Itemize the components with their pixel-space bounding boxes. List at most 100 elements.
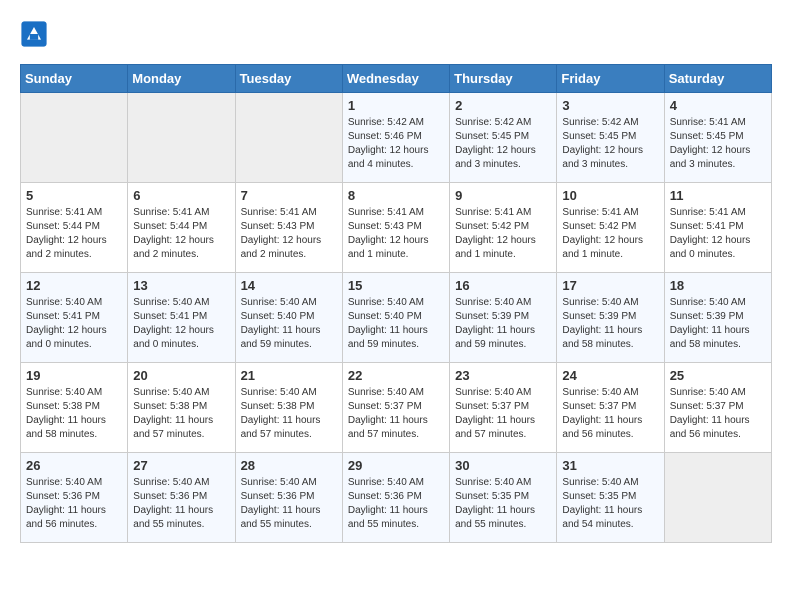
calendar-week-2: 5 Sunrise: 5:41 AMSunset: 5:44 PMDayligh… — [21, 183, 772, 273]
day-number: 3 — [562, 98, 658, 113]
day-number: 26 — [26, 458, 122, 473]
cell-info: Sunrise: 5:40 AMSunset: 5:39 PMDaylight:… — [455, 296, 551, 352]
calendar-week-4: 19 Sunrise: 5:40 AMSunset: 5:38 PMDaylig… — [21, 363, 772, 453]
day-number: 9 — [455, 188, 551, 203]
day-number: 21 — [241, 368, 337, 383]
cell-info: Sunrise: 5:42 AMSunset: 5:45 PMDaylight:… — [562, 116, 658, 172]
calendar-cell: 20 Sunrise: 5:40 AMSunset: 5:38 PMDaylig… — [128, 363, 235, 453]
day-number: 5 — [26, 188, 122, 203]
cell-info: Sunrise: 5:40 AMSunset: 5:37 PMDaylight:… — [348, 386, 444, 442]
calendar-cell — [235, 93, 342, 183]
calendar-cell: 24 Sunrise: 5:40 AMSunset: 5:37 PMDaylig… — [557, 363, 664, 453]
calendar-cell: 9 Sunrise: 5:41 AMSunset: 5:42 PMDayligh… — [450, 183, 557, 273]
calendar-cell: 11 Sunrise: 5:41 AMSunset: 5:41 PMDaylig… — [664, 183, 771, 273]
cell-info: Sunrise: 5:40 AMSunset: 5:39 PMDaylight:… — [562, 296, 658, 352]
calendar-cell: 2 Sunrise: 5:42 AMSunset: 5:45 PMDayligh… — [450, 93, 557, 183]
weekday-header-monday: Monday — [128, 65, 235, 93]
calendar-cell: 23 Sunrise: 5:40 AMSunset: 5:37 PMDaylig… — [450, 363, 557, 453]
calendar-cell: 4 Sunrise: 5:41 AMSunset: 5:45 PMDayligh… — [664, 93, 771, 183]
day-number: 12 — [26, 278, 122, 293]
calendar-cell: 13 Sunrise: 5:40 AMSunset: 5:41 PMDaylig… — [128, 273, 235, 363]
calendar-cell: 6 Sunrise: 5:41 AMSunset: 5:44 PMDayligh… — [128, 183, 235, 273]
cell-info: Sunrise: 5:42 AMSunset: 5:45 PMDaylight:… — [455, 116, 551, 172]
calendar-cell: 10 Sunrise: 5:41 AMSunset: 5:42 PMDaylig… — [557, 183, 664, 273]
calendar-cell: 21 Sunrise: 5:40 AMSunset: 5:38 PMDaylig… — [235, 363, 342, 453]
day-number: 22 — [348, 368, 444, 383]
cell-info: Sunrise: 5:40 AMSunset: 5:37 PMDaylight:… — [562, 386, 658, 442]
calendar-cell — [21, 93, 128, 183]
day-number: 10 — [562, 188, 658, 203]
logo — [20, 20, 52, 48]
day-number: 16 — [455, 278, 551, 293]
weekday-header-wednesday: Wednesday — [342, 65, 449, 93]
cell-info: Sunrise: 5:40 AMSunset: 5:38 PMDaylight:… — [133, 386, 229, 442]
day-number: 23 — [455, 368, 551, 383]
day-number: 13 — [133, 278, 229, 293]
calendar-cell: 15 Sunrise: 5:40 AMSunset: 5:40 PMDaylig… — [342, 273, 449, 363]
cell-info: Sunrise: 5:41 AMSunset: 5:41 PMDaylight:… — [670, 206, 766, 262]
cell-info: Sunrise: 5:40 AMSunset: 5:41 PMDaylight:… — [26, 296, 122, 352]
cell-info: Sunrise: 5:40 AMSunset: 5:40 PMDaylight:… — [241, 296, 337, 352]
cell-info: Sunrise: 5:41 AMSunset: 5:43 PMDaylight:… — [348, 206, 444, 262]
cell-info: Sunrise: 5:40 AMSunset: 5:37 PMDaylight:… — [455, 386, 551, 442]
cell-info: Sunrise: 5:41 AMSunset: 5:45 PMDaylight:… — [670, 116, 766, 172]
day-number: 28 — [241, 458, 337, 473]
calendar-body: 1 Sunrise: 5:42 AMSunset: 5:46 PMDayligh… — [21, 93, 772, 543]
calendar-cell — [128, 93, 235, 183]
cell-info: Sunrise: 5:41 AMSunset: 5:44 PMDaylight:… — [26, 206, 122, 262]
calendar-cell: 18 Sunrise: 5:40 AMSunset: 5:39 PMDaylig… — [664, 273, 771, 363]
calendar-cell: 14 Sunrise: 5:40 AMSunset: 5:40 PMDaylig… — [235, 273, 342, 363]
weekday-row: SundayMondayTuesdayWednesdayThursdayFrid… — [21, 65, 772, 93]
day-number: 18 — [670, 278, 766, 293]
cell-info: Sunrise: 5:40 AMSunset: 5:36 PMDaylight:… — [348, 476, 444, 532]
calendar-cell: 31 Sunrise: 5:40 AMSunset: 5:35 PMDaylig… — [557, 453, 664, 543]
cell-info: Sunrise: 5:40 AMSunset: 5:39 PMDaylight:… — [670, 296, 766, 352]
weekday-header-sunday: Sunday — [21, 65, 128, 93]
day-number: 19 — [26, 368, 122, 383]
calendar-cell: 26 Sunrise: 5:40 AMSunset: 5:36 PMDaylig… — [21, 453, 128, 543]
logo-icon — [20, 20, 48, 48]
cell-info: Sunrise: 5:41 AMSunset: 5:43 PMDaylight:… — [241, 206, 337, 262]
calendar-cell: 29 Sunrise: 5:40 AMSunset: 5:36 PMDaylig… — [342, 453, 449, 543]
weekday-header-saturday: Saturday — [664, 65, 771, 93]
calendar-cell: 30 Sunrise: 5:40 AMSunset: 5:35 PMDaylig… — [450, 453, 557, 543]
day-number: 30 — [455, 458, 551, 473]
day-number: 20 — [133, 368, 229, 383]
calendar-table: SundayMondayTuesdayWednesdayThursdayFrid… — [20, 64, 772, 543]
calendar-header: SundayMondayTuesdayWednesdayThursdayFrid… — [21, 65, 772, 93]
cell-info: Sunrise: 5:41 AMSunset: 5:42 PMDaylight:… — [455, 206, 551, 262]
day-number: 14 — [241, 278, 337, 293]
day-number: 8 — [348, 188, 444, 203]
page-header — [20, 20, 772, 48]
day-number: 1 — [348, 98, 444, 113]
calendar-cell: 5 Sunrise: 5:41 AMSunset: 5:44 PMDayligh… — [21, 183, 128, 273]
calendar-cell: 17 Sunrise: 5:40 AMSunset: 5:39 PMDaylig… — [557, 273, 664, 363]
cell-info: Sunrise: 5:42 AMSunset: 5:46 PMDaylight:… — [348, 116, 444, 172]
cell-info: Sunrise: 5:40 AMSunset: 5:38 PMDaylight:… — [241, 386, 337, 442]
day-number: 11 — [670, 188, 766, 203]
weekday-header-thursday: Thursday — [450, 65, 557, 93]
day-number: 6 — [133, 188, 229, 203]
calendar-cell: 1 Sunrise: 5:42 AMSunset: 5:46 PMDayligh… — [342, 93, 449, 183]
day-number: 27 — [133, 458, 229, 473]
cell-info: Sunrise: 5:40 AMSunset: 5:37 PMDaylight:… — [670, 386, 766, 442]
cell-info: Sunrise: 5:40 AMSunset: 5:35 PMDaylight:… — [562, 476, 658, 532]
day-number: 2 — [455, 98, 551, 113]
cell-info: Sunrise: 5:40 AMSunset: 5:36 PMDaylight:… — [241, 476, 337, 532]
day-number: 24 — [562, 368, 658, 383]
day-number: 31 — [562, 458, 658, 473]
cell-info: Sunrise: 5:40 AMSunset: 5:36 PMDaylight:… — [133, 476, 229, 532]
calendar-week-3: 12 Sunrise: 5:40 AMSunset: 5:41 PMDaylig… — [21, 273, 772, 363]
cell-info: Sunrise: 5:40 AMSunset: 5:41 PMDaylight:… — [133, 296, 229, 352]
calendar-cell: 25 Sunrise: 5:40 AMSunset: 5:37 PMDaylig… — [664, 363, 771, 453]
calendar-cell: 19 Sunrise: 5:40 AMSunset: 5:38 PMDaylig… — [21, 363, 128, 453]
weekday-header-friday: Friday — [557, 65, 664, 93]
calendar-cell: 22 Sunrise: 5:40 AMSunset: 5:37 PMDaylig… — [342, 363, 449, 453]
calendar-cell: 7 Sunrise: 5:41 AMSunset: 5:43 PMDayligh… — [235, 183, 342, 273]
day-number: 15 — [348, 278, 444, 293]
calendar-cell: 28 Sunrise: 5:40 AMSunset: 5:36 PMDaylig… — [235, 453, 342, 543]
weekday-header-tuesday: Tuesday — [235, 65, 342, 93]
day-number: 25 — [670, 368, 766, 383]
cell-info: Sunrise: 5:40 AMSunset: 5:35 PMDaylight:… — [455, 476, 551, 532]
day-number: 29 — [348, 458, 444, 473]
